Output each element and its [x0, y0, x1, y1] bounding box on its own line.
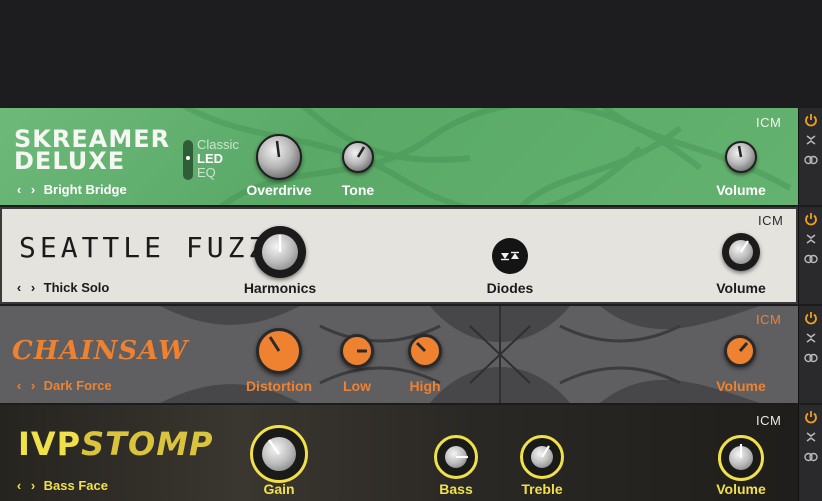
chevron-collapse-icon[interactable]: [803, 330, 819, 346]
volume-label: Volume: [716, 280, 766, 296]
low-knob[interactable]: [340, 334, 374, 368]
mode-selector: Classic LED EQ: [197, 138, 239, 180]
link-icon[interactable]: [803, 449, 819, 465]
tone-label: Tone: [341, 182, 375, 198]
chevron-right-icon[interactable]: ›: [26, 378, 40, 393]
gain-knob[interactable]: [250, 425, 308, 483]
chevron-collapse-icon[interactable]: [803, 132, 819, 148]
preset-selector: ‹ › Bright Bridge: [12, 182, 127, 197]
power-icon[interactable]: [803, 310, 819, 326]
gain-label: Gain: [263, 481, 295, 497]
link-icon[interactable]: [803, 251, 819, 267]
preset-name[interactable]: Thick Solo: [44, 280, 110, 295]
preset-name[interactable]: Bright Bridge: [44, 182, 127, 197]
power-icon[interactable]: [803, 112, 819, 128]
treble-label: Treble: [521, 481, 563, 497]
volume-label: Volume: [716, 378, 766, 394]
bass-label: Bass: [439, 481, 473, 497]
mode-eq[interactable]: EQ: [197, 166, 239, 180]
chevron-right-icon[interactable]: ›: [26, 280, 40, 295]
low-label: Low: [343, 378, 371, 394]
skreamer-side-controls: [798, 108, 822, 205]
seattle-fuzz-pedal: SEATTLE FUZZ ‹ › Thick Solo Harmonics Dio…: [0, 207, 798, 304]
chevron-right-icon[interactable]: ›: [26, 182, 40, 197]
distortion-knob[interactable]: [256, 328, 302, 374]
volume-knob[interactable]: [722, 233, 760, 271]
high-knob[interactable]: [408, 334, 442, 368]
pedal-title: CHAINSAW: [12, 336, 189, 366]
preset-selector: ‹ › Bass Face: [12, 478, 108, 493]
volume-knob[interactable]: [718, 435, 764, 481]
mode-switch[interactable]: [183, 140, 193, 180]
preset-name[interactable]: Bass Face: [44, 478, 108, 493]
effects-rack: SKREAMER DELUXE Classic LED EQ ‹ › Bright…: [0, 108, 822, 501]
brand-logo: ICM: [756, 413, 782, 428]
link-icon[interactable]: [803, 152, 819, 168]
volume-label: Volume: [716, 481, 766, 497]
brand-logo: ICM: [756, 115, 782, 130]
bass-knob[interactable]: [434, 435, 478, 479]
mode-classic[interactable]: Classic: [197, 138, 239, 152]
seattle-side-controls: [798, 207, 822, 304]
pedal-title: IVPSTOMP: [18, 425, 214, 463]
skreamer-deluxe-pedal: SKREAMER DELUXE Classic LED EQ ‹ › Bright…: [0, 108, 798, 205]
chevron-left-icon[interactable]: ‹: [12, 378, 26, 393]
mode-led[interactable]: LED: [197, 152, 239, 166]
overdrive-knob[interactable]: [256, 134, 302, 180]
brand-logo: ICM: [756, 312, 782, 327]
chainsaw-pedal: CHAINSAW ‹ › Dark Force Distortion Low Hi…: [0, 306, 798, 403]
treble-knob[interactable]: [520, 435, 564, 479]
pedal-title: SKREAMER DELUXE: [14, 125, 171, 175]
link-icon[interactable]: [803, 350, 819, 366]
chevron-left-icon[interactable]: ‹: [12, 478, 26, 493]
tone-knob[interactable]: [342, 141, 374, 173]
chainsaw-side-controls: [798, 306, 822, 403]
power-icon[interactable]: [803, 211, 819, 227]
pedal-title: SEATTLE FUZZ: [19, 231, 270, 264]
diodes-label: Diodes: [486, 280, 534, 296]
preset-selector: ‹ › Dark Force: [12, 378, 112, 393]
diodes-switch[interactable]: [492, 238, 528, 274]
chevron-right-icon[interactable]: ›: [26, 478, 40, 493]
ivp-stomp-pedal: IVPSTOMP ‹› Bass Face Gain Bass Treble: [0, 405, 798, 501]
harmonics-label: Harmonics: [243, 280, 317, 296]
ivp-side-controls: [798, 405, 822, 501]
volume-knob[interactable]: [724, 335, 756, 367]
volume-knob[interactable]: [725, 141, 757, 173]
high-label: High: [409, 378, 441, 394]
preset-name[interactable]: Dark Force: [44, 378, 112, 393]
chevron-collapse-icon[interactable]: [803, 429, 819, 445]
distortion-label: Distortion: [245, 378, 313, 394]
chevron-collapse-icon[interactable]: [803, 231, 819, 247]
harmonics-knob[interactable]: [254, 226, 306, 278]
overdrive-label: Overdrive: [246, 182, 312, 198]
power-icon[interactable]: [803, 409, 819, 425]
chevron-left-icon[interactable]: ‹: [12, 280, 26, 295]
preset-selector: ‹ › Thick Solo: [12, 280, 110, 295]
brand-logo: ICM: [758, 213, 784, 228]
chevron-left-icon[interactable]: ‹: [12, 182, 26, 197]
volume-label: Volume: [716, 182, 766, 198]
empty-area: [0, 0, 822, 108]
